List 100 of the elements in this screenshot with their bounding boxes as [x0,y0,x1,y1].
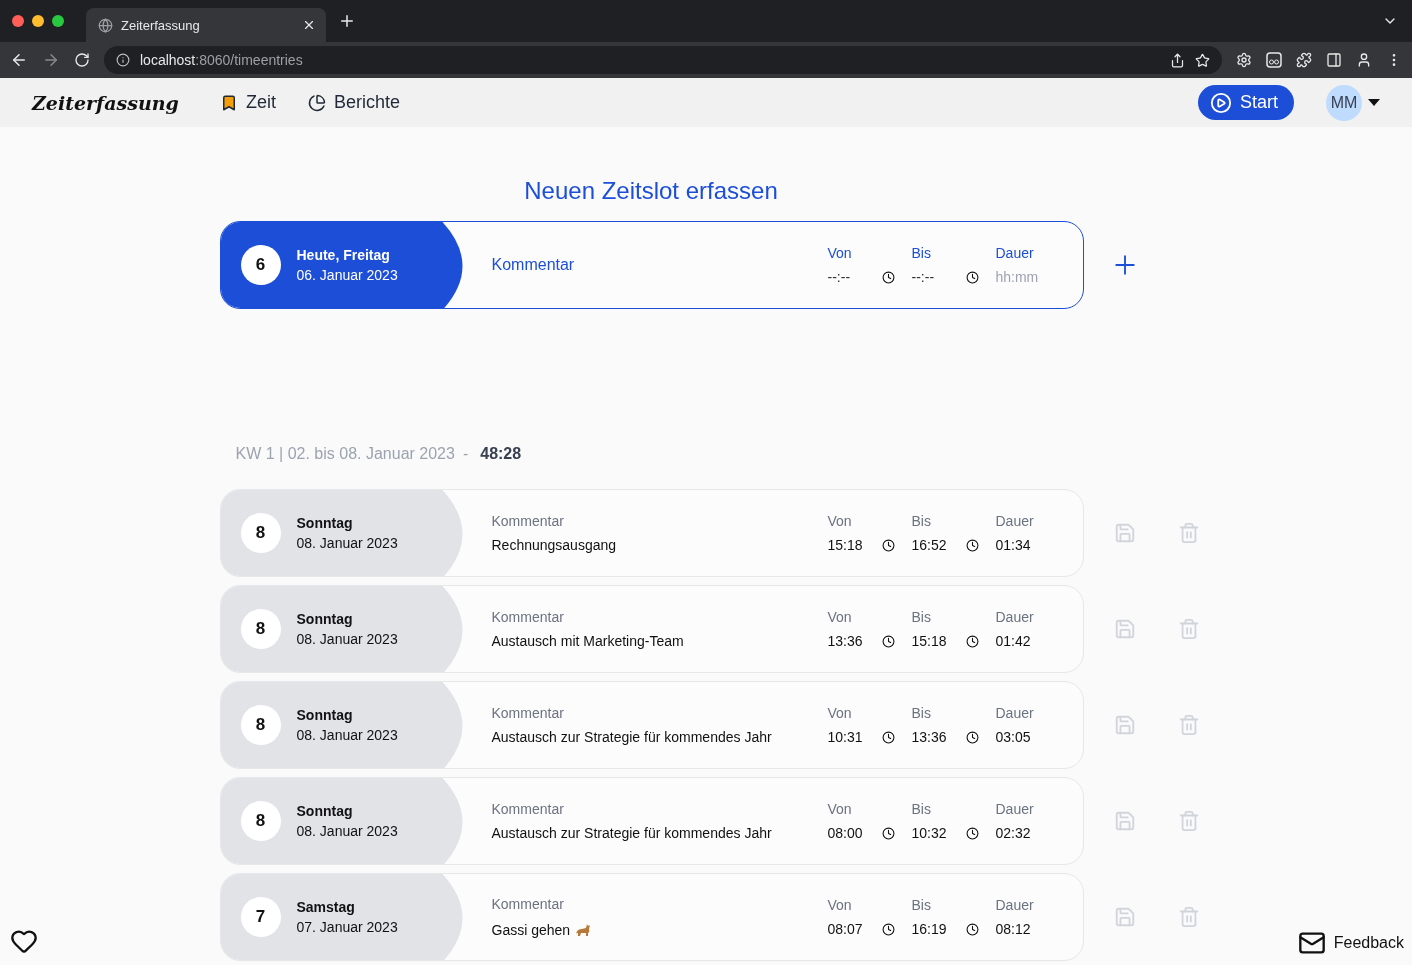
bookmark-icon [220,93,238,112]
clock-icon [965,634,979,648]
clock-icon [965,730,979,744]
date-text: 08. Januar 2023 [296,535,398,551]
from-time: 13:36 [827,633,864,649]
date-text: 08. Januar 2023 [296,823,398,839]
clock-icon [965,826,979,840]
from-label: Von [827,609,853,625]
close-window-dot[interactable] [12,15,24,27]
comment-label: Kommentar [491,705,565,721]
section-heading: Neuen Zeitslot erfassen [523,177,779,205]
comment-label: Kommentar [491,513,565,529]
minimize-window-dot[interactable] [32,15,44,27]
day-number: 8 [240,705,281,745]
clock-icon [965,538,979,552]
clock-icon [881,922,895,936]
day-label: Heute, Freitag [296,247,391,263]
logo[interactable]: Zeiterfassung [32,91,220,114]
duration-label: Dauer [995,897,1035,913]
clock-icon [965,922,979,936]
user-avatar[interactable]: MM [1326,84,1362,121]
from-field[interactable]: --:-- [827,269,866,285]
to-label: Bis [911,609,932,625]
reload-icon[interactable] [74,52,90,68]
duration-label: Dauer [995,801,1035,817]
puzzle-icon[interactable] [1296,52,1312,68]
from-time: 08:00 [827,825,864,841]
side-panel-icon[interactable] [1326,52,1342,68]
address-bar[interactable]: localhost:8060/timeentries [104,46,1222,74]
from-time: 10:31 [827,729,864,745]
nav-link[interactable]: Berichte [308,92,401,113]
extension-icon[interactable] [1266,52,1282,68]
maximize-window-dot[interactable] [52,15,64,27]
comment-label: Kommentar [491,896,565,912]
day-number: 8 [240,801,281,841]
share-icon[interactable] [1170,52,1185,68]
weekday: Sonntag [296,611,354,627]
comment-field[interactable]: Kommentar [491,256,792,274]
from-label: Von [827,801,853,817]
comment-text: Austausch zur Strategie für kommendes Jahr [491,729,773,745]
clock-icon [881,730,895,744]
week-label: KW 1 | 02. bis 08. Januar 2023 [235,445,455,463]
day-number: 8 [240,609,281,649]
clock-icon [965,270,979,284]
to-time: 16:52 [911,537,948,553]
to-time: 16:19 [911,921,948,937]
weekday: Samstag [296,899,356,915]
comment-label: Kommentar [491,609,565,625]
week-total: 48:28 [480,445,522,463]
globe-icon [98,17,113,33]
clock-icon [881,826,895,840]
day-number: 6 [240,245,281,285]
from-label: Von [827,245,853,261]
duration-label: Dauer [995,705,1035,721]
new-tab-icon[interactable] [338,12,356,30]
from-time: 08:07 [827,921,864,937]
to-field[interactable]: --:-- [911,269,950,285]
to-label: Bis [911,897,932,913]
separator: - [462,445,469,463]
gear-icon[interactable] [1236,52,1252,68]
date-text: 08. Januar 2023 [296,727,398,743]
weekday: Sonntag [296,803,354,819]
to-label: Bis [911,705,932,721]
nav-link[interactable]: Zeit [220,92,276,113]
day-number: 8 [240,513,281,553]
close-icon[interactable] [302,18,316,32]
duration-label: Dauer [995,513,1035,529]
comment-label: Kommentar [491,801,565,817]
clock-icon [881,634,895,648]
from-time: 15:18 [827,537,864,553]
heart-icon[interactable] [10,927,38,955]
duration-value: 02:32 [995,825,1032,841]
to-label: Bis [911,513,932,529]
url-text: localhost:8060/timeentries [140,52,304,68]
start-button[interactable]: Start [1198,85,1294,120]
browser-tab[interactable]: Zeiterfassung [86,8,326,42]
forward-icon[interactable] [42,51,60,69]
info-icon [116,53,130,67]
to-time: 15:18 [911,633,948,649]
from-label: Von [827,513,853,529]
caret-icon[interactable] [1368,99,1380,106]
profile-icon[interactable] [1356,52,1372,68]
duration-value: 08:12 [995,921,1032,937]
date-text: 08. Januar 2023 [296,631,398,647]
tab-title: Zeiterfassung [121,17,201,33]
from-label: Von [827,705,853,721]
comment-text: Austausch mit Marketing-Team [491,633,685,649]
pie-chart-icon [308,93,326,112]
to-label: Bis [911,245,932,261]
comment-text: Gassi gehen [491,920,828,938]
duration-value: 01:42 [995,633,1032,649]
duration-field[interactable]: hh:mm [995,269,1056,285]
feedback-link[interactable]: Feedback [1297,929,1404,957]
back-icon[interactable] [10,51,28,69]
star-icon[interactable] [1195,52,1210,68]
duration-value: 03:05 [995,729,1032,745]
from-label: Von [827,897,853,913]
play-icon [1210,91,1232,114]
day-number: 7 [240,897,281,937]
weekday: Sonntag [296,515,354,531]
